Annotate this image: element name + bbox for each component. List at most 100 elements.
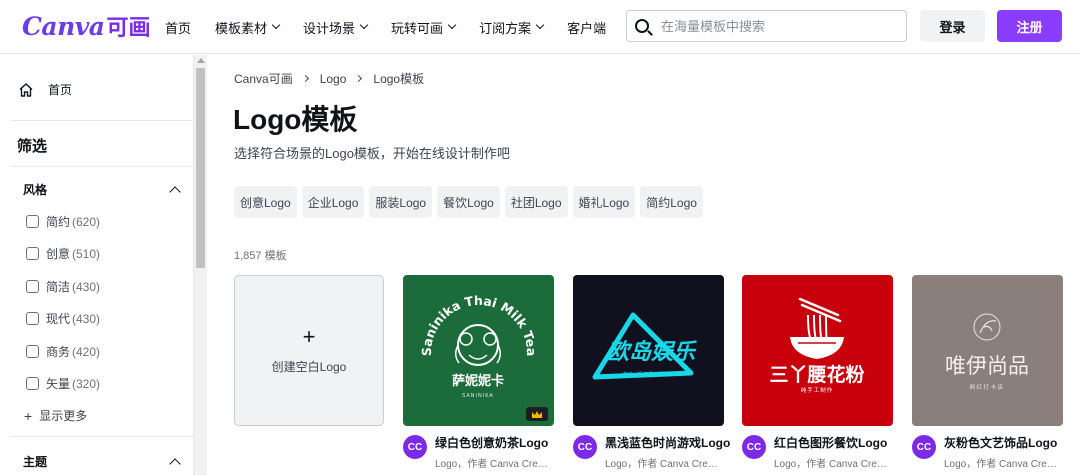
- checkbox[interactable]: [26, 377, 39, 390]
- topic-group-header[interactable]: 主题: [23, 453, 183, 470]
- checkbox[interactable]: [26, 215, 39, 228]
- filter-label: 简洁: [46, 280, 71, 294]
- template-name[interactable]: 红白色图形餐饮Logo: [774, 434, 889, 451]
- chip-apparel[interactable]: 服装Logo: [369, 186, 433, 218]
- breadcrumb-item[interactable]: Logo: [320, 72, 347, 86]
- gaming-logo-art: 欧岛娱乐 游戏一起 嗨翻一夏: [592, 312, 697, 380]
- template-name[interactable]: 绿白色创意奶茶Logo: [435, 434, 550, 451]
- top-navbar: Canva 可画 首页 模板素材 设计场景 玩转可画 订阅方案 客户端 登录 注…: [0, 0, 1080, 54]
- template-info[interactable]: CC 绿白色创意奶茶Logo Logo，作者 Canva Crea...: [403, 434, 550, 470]
- nav-item-pricing[interactable]: 订阅方案: [479, 18, 545, 37]
- template-info[interactable]: CC 灰粉色文艺饰品Logo Logo，作者 Canva Crea...: [912, 434, 1059, 470]
- filter-sidebar: 首页 筛选 风格 简约 (620) 创意 (510) 简洁 (430) 现代 (…: [0, 55, 194, 475]
- chip-creative[interactable]: 创意Logo: [234, 186, 297, 218]
- art-text-sub: 游戏一起 嗨翻一夏: [622, 371, 664, 378]
- template-meta: Logo，作者 Canva Crea...: [605, 459, 720, 470]
- template-info[interactable]: CC 红白色图形餐饮Logo Logo，作者 Canva Crea...: [742, 434, 889, 470]
- chip-enterprise[interactable]: 企业Logo: [301, 186, 365, 218]
- art-text-cn: 欧岛娱乐: [607, 339, 697, 365]
- filter-option-jianyue[interactable]: 简约 (620): [26, 213, 100, 230]
- template-meta: Logo，作者 Canva Crea...: [774, 459, 889, 470]
- avatar: CC: [573, 435, 597, 459]
- accessory-logo-art: 唯伊尚品 网红打卡店: [945, 313, 1029, 391]
- nav-item-home[interactable]: 首页: [165, 18, 191, 37]
- show-more-button[interactable]: + 显示更多: [24, 407, 87, 424]
- canva-logo[interactable]: Canva 可画: [22, 10, 151, 42]
- chevron-right-icon: [355, 74, 363, 83]
- chip-club[interactable]: 社团Logo: [504, 186, 568, 218]
- chevron-down-icon: [271, 20, 281, 30]
- nav-item-client[interactable]: 客户端: [567, 18, 606, 37]
- chevron-down-icon: [359, 20, 369, 30]
- avatar: CC: [912, 435, 936, 459]
- art-text-sub: 纯手工制作: [801, 386, 834, 394]
- sidebar-item-home[interactable]: 首页: [18, 81, 72, 98]
- template-meta: Logo，作者 Canva Crea...: [435, 459, 550, 470]
- plus-icon: +: [24, 407, 33, 424]
- art-text-sub: SANINIKA: [462, 393, 494, 399]
- checkbox[interactable]: [26, 312, 39, 325]
- chip-food[interactable]: 餐饮Logo: [437, 186, 500, 218]
- chip-minimal[interactable]: 简约Logo: [640, 186, 703, 218]
- template-info[interactable]: CC 黑浅蓝色时尚游戏Logo Logo，作者 Canva Crea...: [573, 434, 730, 470]
- filter-count: (510): [72, 246, 101, 261]
- search-box[interactable]: [626, 10, 907, 42]
- template-thumbnail[interactable]: Saninika Thai Milk Tea 萨妮妮卡 SANINIKA: [403, 275, 554, 426]
- avatar: CC: [742, 435, 766, 459]
- divider: [10, 120, 194, 121]
- template-meta: Logo，作者 Canva Crea...: [944, 459, 1059, 470]
- noodle-logo-art: 三丫腰花粉 纯手工制作: [769, 297, 865, 394]
- checkbox[interactable]: [26, 280, 39, 293]
- page-title: Logo模板: [233, 104, 358, 135]
- filter-label: 现代: [46, 312, 71, 326]
- create-blank-logo-card[interactable]: + 创建空白Logo: [234, 275, 384, 426]
- scrollbar-thumb[interactable]: [196, 68, 205, 268]
- template-thumbnail[interactable]: 唯伊尚品 网红打卡店: [912, 275, 1063, 426]
- style-group-title: 风格: [23, 183, 48, 197]
- filter-option-chuangyi[interactable]: 创意 (510): [26, 245, 100, 262]
- search-input[interactable]: [661, 18, 891, 34]
- milk-tea-logo-art: Saninika Thai Milk Tea 萨妮妮卡 SANINIKA: [419, 293, 539, 399]
- checkbox[interactable]: [26, 345, 39, 358]
- chip-wedding[interactable]: 婚礼Logo: [572, 186, 636, 218]
- filter-count: (430): [72, 311, 101, 326]
- logo-cn-wordmark: 可画: [106, 15, 151, 40]
- scroll-up-arrow-icon[interactable]: [197, 58, 205, 63]
- divider: [10, 166, 194, 167]
- filter-option-jianjie[interactable]: 简洁 (430): [26, 278, 100, 295]
- filter-count: (430): [72, 279, 101, 294]
- plus-icon: +: [302, 324, 316, 349]
- filter-label: 商务: [46, 345, 71, 359]
- breadcrumb-item[interactable]: Canva可画: [234, 70, 293, 87]
- nav-label: 首页: [165, 20, 192, 36]
- page-subtitle: 选择符合场景的Logo模板，开始在线设计制作吧: [234, 146, 510, 161]
- sidebar-home-label: 首页: [48, 83, 73, 97]
- nav-item-templates[interactable]: 模板素材: [215, 18, 281, 37]
- template-thumbnail[interactable]: 三丫腰花粉 纯手工制作: [742, 275, 893, 426]
- breadcrumb: Canva可画 Logo Logo模板: [234, 70, 424, 87]
- art-text-cn: 唯伊尚品: [945, 354, 1029, 378]
- nav-label: 设计场景: [303, 20, 356, 36]
- template-name[interactable]: 灰粉色文艺饰品Logo: [944, 434, 1059, 451]
- login-button[interactable]: 登录: [920, 10, 985, 42]
- filter-label: 简约: [46, 215, 71, 229]
- signup-button[interactable]: 注册: [997, 10, 1062, 42]
- style-group-header[interactable]: 风格: [23, 181, 183, 198]
- chevron-down-icon: [447, 20, 457, 30]
- template-thumbnail[interactable]: 欧岛娱乐 游戏一起 嗨翻一夏: [573, 275, 724, 426]
- breadcrumb-item[interactable]: Logo模板: [373, 70, 424, 87]
- art-text-sub: 网红打卡店: [969, 383, 1004, 391]
- avatar: CC: [403, 435, 427, 459]
- nav-item-scenarios[interactable]: 设计场景: [303, 18, 369, 37]
- template-name[interactable]: 黑浅蓝色时尚游戏Logo: [605, 434, 730, 451]
- checkbox[interactable]: [26, 247, 39, 260]
- nav-item-explore[interactable]: 玩转可画: [391, 18, 457, 37]
- chevron-up-icon: [169, 457, 181, 470]
- filter-option-xiandai[interactable]: 现代 (430): [26, 310, 100, 327]
- filter-label: 矢量: [46, 377, 71, 391]
- filter-option-shiliang[interactable]: 矢量 (320): [26, 375, 100, 392]
- nav-label: 客户端: [567, 20, 607, 36]
- filter-option-shangwu[interactable]: 商务 (420): [26, 343, 100, 360]
- filter-title: 筛选: [17, 138, 48, 155]
- chevron-up-icon: [169, 185, 181, 198]
